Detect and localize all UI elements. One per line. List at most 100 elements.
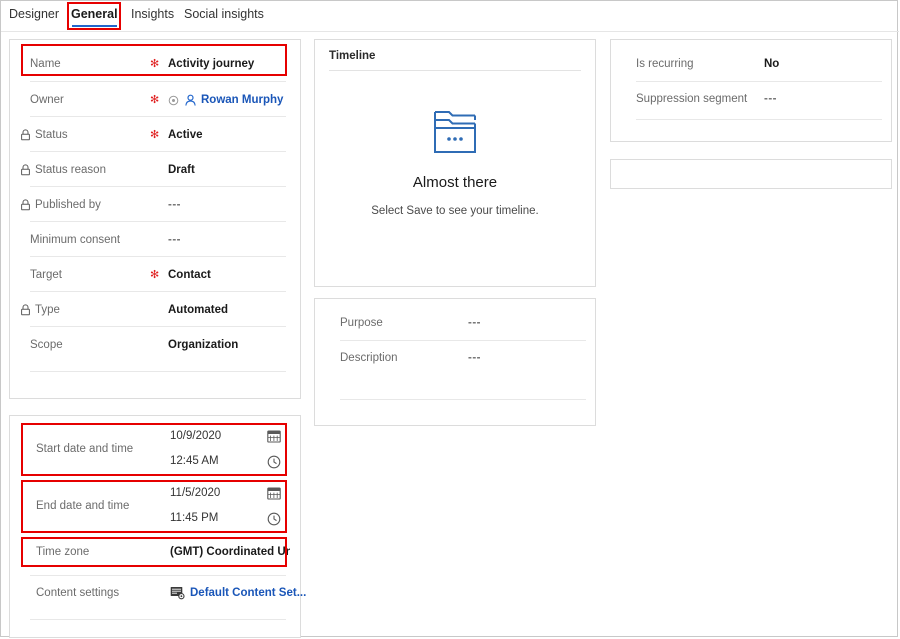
timeline-empty-folder-icon [315, 106, 595, 158]
person-icon [184, 94, 197, 107]
recurring-card: Is recurring No Suppression segment --- [610, 39, 892, 142]
timeline-empty-subtitle: Select Save to see your timeline. [371, 205, 539, 217]
row-divider [636, 119, 882, 120]
field-value-owner[interactable]: Rowan Murphy [201, 94, 283, 106]
tab-general-label: General [71, 7, 118, 21]
field-label-name: Name [30, 58, 61, 70]
field-value-start-date[interactable]: 10/9/2020 [170, 430, 221, 442]
field-label-end-date-time: End date and time [36, 500, 130, 512]
calendar-icon[interactable] [267, 429, 281, 443]
required-marker-name: ✻ [150, 57, 160, 70]
field-label-suppression-segment: Suppression segment [636, 93, 748, 105]
field-label-status-reason: Status reason [20, 164, 168, 176]
content-settings-icon [170, 586, 185, 600]
field-value-status: Active [168, 129, 203, 141]
row-divider [30, 291, 286, 292]
field-label-published-by: Published by [20, 199, 168, 211]
field-value-end-time[interactable]: 11:45 PM [170, 512, 218, 524]
field-value-type: Automated [168, 304, 229, 316]
row-divider [30, 371, 286, 372]
lock-icon [20, 164, 31, 176]
tab-general[interactable]: General [71, 7, 118, 27]
lock-icon [20, 304, 31, 316]
clock-icon[interactable] [267, 512, 281, 526]
field-label-minimum-consent: Minimum consent [30, 234, 121, 246]
field-value-published-by: --- [168, 199, 181, 211]
field-row-owner[interactable]: Owner ✻ Rowan Murphy [30, 84, 286, 116]
tab-social-insights[interactable]: Social insights [184, 7, 264, 21]
field-row-type[interactable]: Type Automated [20, 294, 276, 326]
field-value-is-recurring: No [764, 58, 780, 70]
row-divider [30, 221, 286, 222]
field-label-start-date-time: Start date and time [36, 443, 134, 455]
field-value-suppression-segment: --- [764, 93, 777, 105]
field-row-target[interactable]: Target ✻ Contact [30, 259, 286, 291]
row-divider [30, 619, 286, 620]
field-label-scope: Scope [30, 339, 63, 351]
tab-designer[interactable]: Designer [9, 7, 59, 21]
field-row-minimum-consent[interactable]: Minimum consent --- [30, 224, 286, 256]
field-label-type: Type [20, 304, 168, 316]
field-value-start-time[interactable]: 12:45 AM [170, 455, 219, 467]
field-label-time-zone: Time zone [36, 546, 90, 558]
field-value-target: Contact [168, 269, 211, 281]
purpose-card: Purpose --- Description --- [314, 298, 596, 426]
field-value-minimum-consent: --- [168, 234, 181, 246]
journey-general-form: Designer General Insights Social insight… [0, 0, 899, 638]
row-divider [30, 326, 286, 327]
row-divider [30, 116, 286, 117]
field-label-purpose: Purpose [340, 317, 383, 329]
clock-icon[interactable] [267, 455, 281, 469]
field-row-is-recurring[interactable]: Is recurring No [636, 48, 882, 80]
field-row-time-zone[interactable]: Time zone (GMT) Coordinated Universal Ti… [22, 538, 290, 568]
required-marker-owner: ✻ [150, 93, 160, 106]
field-label-is-recurring: Is recurring [636, 58, 694, 70]
field-label-target: Target [30, 269, 62, 281]
field-row-status[interactable]: Status ✻ Active [20, 119, 276, 151]
field-row-scope[interactable]: Scope Organization [30, 329, 286, 361]
calendar-icon[interactable] [267, 486, 281, 500]
field-label-status: Status [20, 129, 150, 141]
field-row-published-by[interactable]: Published by --- [20, 189, 276, 221]
timeline-empty-state: Almost there Select Save to see your tim… [315, 106, 595, 217]
lock-icon [20, 129, 31, 141]
row-divider [30, 256, 286, 257]
field-row-purpose[interactable]: Purpose --- [340, 307, 586, 339]
form-tab-strip: Designer General Insights Social insight… [1, 1, 899, 32]
empty-right-card [610, 159, 892, 189]
field-row-start-date-time[interactable]: Start date and time 10/9/2020 12:45 AM [22, 424, 290, 477]
timeline-title-divider [329, 70, 581, 71]
row-divider [30, 81, 286, 82]
required-marker-target: ✻ [150, 268, 160, 281]
field-value-scope: Organization [168, 339, 239, 351]
row-divider [30, 186, 286, 187]
schedule-card: Start date and time 10/9/2020 12:45 AM E… [9, 415, 306, 638]
row-divider [340, 399, 586, 400]
field-row-suppression-segment[interactable]: Suppression segment --- [636, 83, 882, 115]
timeline-card: Timeline Almost there Select Save to see… [314, 39, 596, 287]
summary-card: Name ✻ Activity journey Owner ✻ Rowan Mu… [9, 39, 301, 399]
field-value-name: Activity journey [168, 58, 255, 70]
field-row-content-settings[interactable]: Content settings Default Content Set... [22, 578, 306, 610]
field-row-name[interactable]: Name ✻ Activity journey [30, 47, 286, 81]
field-row-status-reason[interactable]: Status reason Draft [20, 154, 276, 186]
tab-insights[interactable]: Insights [131, 7, 174, 21]
field-value-description: --- [468, 352, 481, 364]
field-label-description: Description [340, 352, 398, 364]
field-label-owner: Owner [30, 94, 64, 106]
field-value-content-settings[interactable]: Default Content Set... [190, 587, 306, 599]
field-value-status-reason: Draft [168, 164, 195, 176]
timeline-empty-title: Almost there [412, 174, 498, 191]
lock-icon [20, 199, 31, 211]
required-marker-status: ✻ [150, 128, 160, 141]
row-divider [636, 81, 882, 82]
timeline-card-title: Timeline [329, 50, 376, 62]
field-value-time-zone: (GMT) Coordinated Universal Time [170, 546, 290, 558]
row-divider [30, 151, 286, 152]
row-divider [340, 340, 586, 341]
field-row-description[interactable]: Description --- [340, 342, 586, 374]
row-divider [30, 575, 286, 576]
field-value-end-date[interactable]: 11/5/2020 [170, 487, 220, 499]
presence-circle-icon [168, 95, 179, 106]
field-row-end-date-time[interactable]: End date and time 11/5/2020 11:45 PM [22, 481, 290, 534]
